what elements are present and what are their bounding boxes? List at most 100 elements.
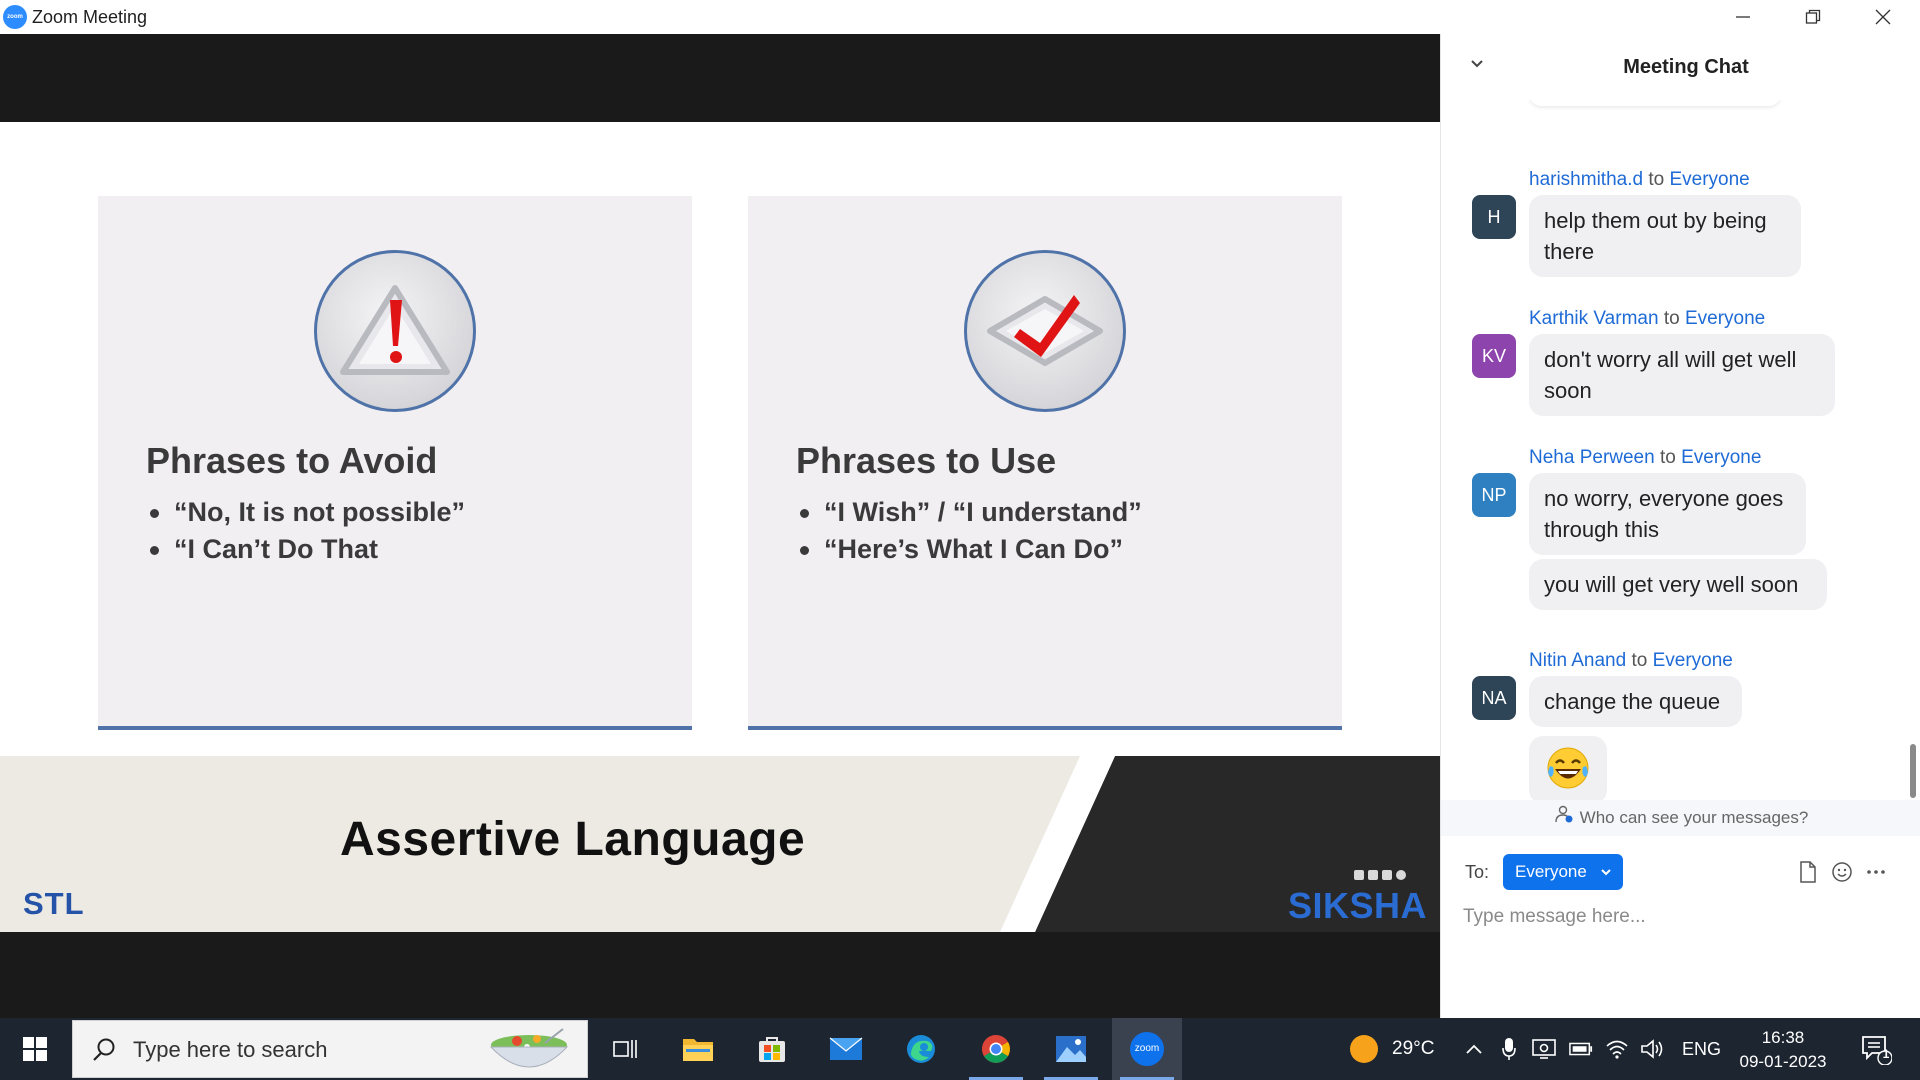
task-view-icon xyxy=(613,1040,637,1058)
message-bubble[interactable]: you will get very well soon xyxy=(1529,559,1827,610)
presentation-slide: Phrases to Avoid “No, It is not possible… xyxy=(0,122,1440,932)
microphone-icon[interactable] xyxy=(1497,1037,1521,1061)
message-bubble[interactable]: help them out by being there xyxy=(1529,195,1801,277)
message-line: don't worry all will get well xyxy=(1544,347,1797,372)
notification-center-button[interactable]: 1 xyxy=(1860,1033,1892,1065)
tears-of-joy-emoji-icon xyxy=(1544,744,1592,797)
zoom-icon: zoom xyxy=(1130,1032,1164,1066)
bullet-item: “I Can’t Do That xyxy=(149,531,465,568)
clock-date: 09-01-2023 xyxy=(1739,1052,1827,1071)
window-title: Zoom Meeting xyxy=(32,7,148,27)
message-bubble[interactable]: change the queue xyxy=(1529,676,1742,727)
chat-title: Meeting Chat xyxy=(1623,56,1749,78)
message-line: there xyxy=(1544,239,1595,264)
stl-logo: STL xyxy=(23,886,85,921)
card-heading: Phrases to Use xyxy=(796,440,1057,481)
meeting-chat-panel: Meeting Chat harishmitha.d to Everyone H… xyxy=(1440,34,1920,1018)
privacy-note-text: Who can see your messages? xyxy=(1579,808,1809,827)
close-icon xyxy=(1875,9,1891,25)
minimize-button[interactable] xyxy=(1708,0,1778,34)
previous-message-bubble xyxy=(1529,100,1781,106)
warning-triangle-icon xyxy=(314,250,476,412)
message-bubble[interactable]: no worry, everyone goes through this xyxy=(1529,473,1806,555)
chrome-icon xyxy=(982,1035,1010,1063)
message-line: through this xyxy=(1544,517,1659,542)
message-line: change the queue xyxy=(1544,689,1721,714)
more-icon xyxy=(1867,870,1885,874)
chrome-browser-button[interactable] xyxy=(961,1018,1031,1080)
wifi-icon[interactable] xyxy=(1605,1037,1629,1061)
start-button[interactable] xyxy=(0,1018,70,1080)
photos-button[interactable] xyxy=(1036,1018,1106,1080)
recipient-row: To: Everyone xyxy=(1441,852,1920,892)
message-bubble[interactable]: don't worry all will get well soon xyxy=(1529,334,1835,416)
search-placeholder: Type here to search xyxy=(133,1037,328,1062)
message-line: soon xyxy=(1544,378,1592,403)
recipient-name[interactable]: Everyone xyxy=(1681,447,1761,468)
message-line: help them out by being xyxy=(1544,208,1767,233)
food-bowl-icon xyxy=(489,1028,569,1068)
taskbar-search-box[interactable]: Type here to search xyxy=(72,1020,588,1078)
mail-button[interactable] xyxy=(811,1018,881,1080)
siksha-logo: SIKSHA xyxy=(1288,885,1428,926)
microsoft-store-button[interactable] xyxy=(737,1018,807,1080)
chat-scrollbar[interactable] xyxy=(1909,104,1917,824)
avatar[interactable]: NP xyxy=(1472,473,1516,517)
avatar[interactable]: NA xyxy=(1472,676,1516,720)
title-bar: zoom Zoom Meeting xyxy=(0,0,1920,34)
weather-sun-icon[interactable] xyxy=(1348,1033,1380,1065)
battery-icon[interactable] xyxy=(1569,1037,1593,1061)
recipient-dropdown[interactable]: Everyone xyxy=(1503,854,1623,890)
emoji-button[interactable] xyxy=(1831,861,1853,883)
chat-header: Meeting Chat xyxy=(1441,34,1920,100)
recipient-name[interactable]: Everyone xyxy=(1685,308,1765,329)
to-word: to xyxy=(1663,308,1680,329)
sender-name[interactable]: harishmitha.d xyxy=(1529,169,1643,190)
card-heading: Phrases to Avoid xyxy=(146,440,438,481)
mail-icon xyxy=(829,1037,863,1060)
chat-message-list[interactable]: harishmitha.d to Everyone H help them ou… xyxy=(1441,100,1920,800)
search-icon xyxy=(93,1038,115,1061)
recipient-value: Everyone xyxy=(1515,862,1587,881)
notification-count: 1 xyxy=(1882,1047,1890,1061)
sender-name[interactable]: Karthik Varman xyxy=(1529,308,1659,329)
edge-icon xyxy=(907,1035,935,1063)
emoji-message-bubble[interactable] xyxy=(1529,736,1607,800)
phrases-to-use-card: Phrases to Use “I Wish” / “I understand”… xyxy=(748,196,1342,730)
weather-temperature[interactable]: 29°C xyxy=(1392,1018,1434,1080)
speaker-icon[interactable] xyxy=(1640,1037,1664,1061)
smiley-icon xyxy=(1832,862,1852,882)
input-language-indicator[interactable]: ENG xyxy=(1682,1018,1721,1080)
recipient-name[interactable]: Everyone xyxy=(1669,169,1749,190)
close-button[interactable] xyxy=(1848,0,1918,34)
screen-share-icon[interactable] xyxy=(1532,1037,1556,1061)
restore-icon xyxy=(1805,9,1821,24)
to-word: to xyxy=(1631,650,1648,671)
scrollbar-thumb[interactable] xyxy=(1910,744,1916,798)
file-explorer-button[interactable] xyxy=(663,1018,733,1080)
message-line: no worry, everyone goes xyxy=(1544,486,1784,511)
photos-icon xyxy=(1056,1036,1086,1062)
restore-button[interactable] xyxy=(1778,0,1848,34)
message-input[interactable] xyxy=(1463,900,1893,934)
slide-footer: Assertive Language STL SIKSHA xyxy=(0,756,1440,932)
taskbar-clock[interactable]: 16:38 09-01-2023 xyxy=(1728,1026,1838,1074)
avatar[interactable]: KV xyxy=(1472,334,1516,378)
more-options-button[interactable] xyxy=(1865,861,1887,883)
sender-name[interactable]: Neha Perween xyxy=(1529,447,1655,468)
show-hidden-icons-button[interactable] xyxy=(1462,1037,1486,1061)
task-view-button[interactable] xyxy=(590,1018,660,1080)
avatar[interactable]: H xyxy=(1472,195,1516,239)
clock-time: 16:38 xyxy=(1761,1028,1805,1047)
zoom-taskbar-button[interactable]: zoom xyxy=(1112,1018,1182,1080)
recipient-name[interactable]: Everyone xyxy=(1653,650,1733,671)
message-sender: harishmitha.d to Everyone xyxy=(1529,169,1750,191)
file-attach-button[interactable] xyxy=(1797,861,1819,883)
privacy-note-link[interactable]: Who can see your messages? xyxy=(1441,800,1920,836)
message-sender: Nitin Anand to Everyone xyxy=(1529,650,1733,672)
zoom-app-icon: zoom xyxy=(3,5,27,29)
sender-name[interactable]: Nitin Anand xyxy=(1529,650,1626,671)
phrases-to-avoid-card: Phrases to Avoid “No, It is not possible… xyxy=(98,196,692,730)
edge-browser-button[interactable] xyxy=(886,1018,956,1080)
message-line: you will get very well soon xyxy=(1544,572,1799,597)
